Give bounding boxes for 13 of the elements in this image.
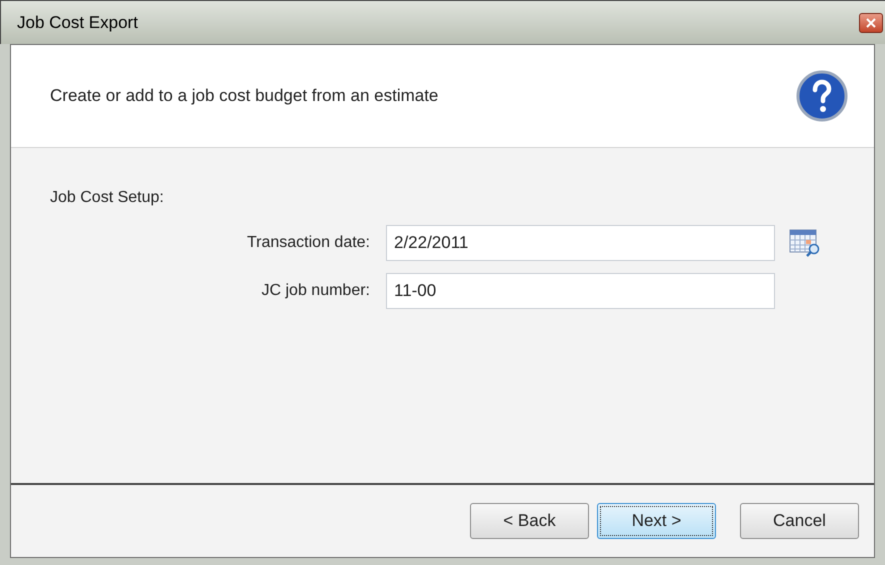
- field-label: Transaction date:: [246, 233, 371, 253]
- dialog-button[interactable]: Cancel: [740, 503, 859, 539]
- input-field[interactable]: 11-00: [386, 273, 775, 309]
- close-button[interactable]: [859, 12, 883, 32]
- field-label: JC job number:: [260, 281, 371, 301]
- default-button[interactable]: Next >: [597, 503, 716, 539]
- input-field[interactable]: 2/22/2011: [386, 225, 775, 261]
- window-title: Job Cost Export: [17, 12, 138, 34]
- help-icon[interactable]: [796, 70, 848, 122]
- header-text: Create or add to a job cost budget from an estimate: [50, 85, 438, 108]
- dialog-button[interactable]: < Back: [470, 503, 589, 539]
- section-title: Job Cost Setup:: [50, 188, 165, 208]
- close-icon: [866, 18, 876, 28]
